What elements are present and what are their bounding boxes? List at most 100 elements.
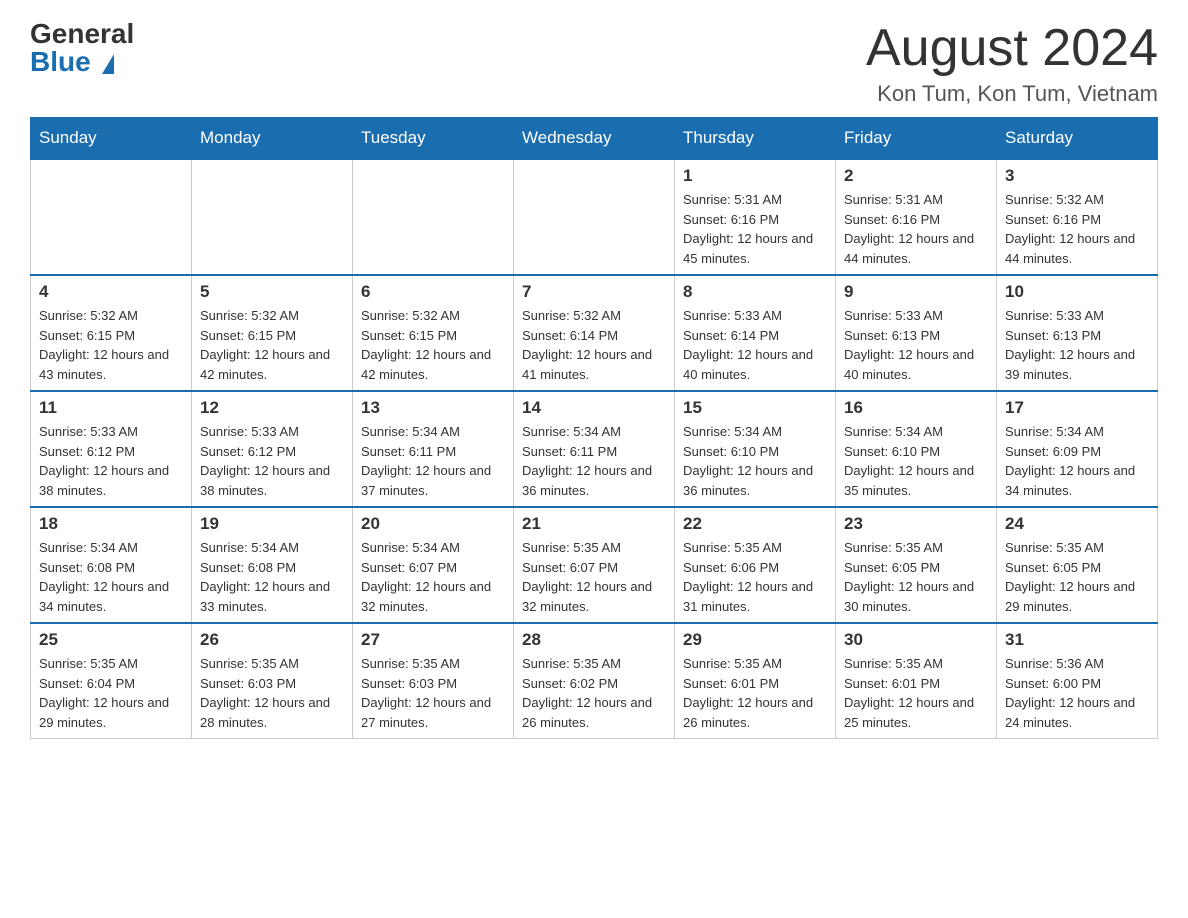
day-number: 22 — [683, 514, 827, 534]
day-info: Sunrise: 5:34 AM Sunset: 6:11 PM Dayligh… — [361, 422, 505, 500]
day-info: Sunrise: 5:34 AM Sunset: 6:10 PM Dayligh… — [844, 422, 988, 500]
day-info: Sunrise: 5:35 AM Sunset: 6:04 PM Dayligh… — [39, 654, 183, 732]
calendar-cell: 18Sunrise: 5:34 AM Sunset: 6:08 PM Dayli… — [31, 507, 192, 623]
day-info: Sunrise: 5:35 AM Sunset: 6:07 PM Dayligh… — [522, 538, 666, 616]
day-number: 16 — [844, 398, 988, 418]
calendar-cell: 22 Sunrise: 5:35 AM Sunset: 6:06 PM Dayli… — [675, 507, 836, 623]
calendar-cell: 11 Sunrise: 5:33 AM Sunset: 6:12 PM Dayli… — [31, 391, 192, 507]
day-number: 14 — [522, 398, 666, 418]
day-number: 20 — [361, 514, 505, 534]
day-number: 10 — [1005, 282, 1149, 302]
calendar-cell: 17 Sunrise: 5:34 AM Sunset: 6:09 PM Dayli… — [997, 391, 1158, 507]
day-number: 17 — [1005, 398, 1149, 418]
day-info: Sunrise: 5:34 AM Sunset: 6:08 PM Dayligh… — [39, 538, 183, 616]
day-info: Sunrise: 5:34 AM Sunset: 6:07 PM Dayligh… — [361, 538, 505, 616]
calendar-cell: 5 Sunrise: 5:32 AM Sunset: 6:15 PM Daylig… — [192, 275, 353, 391]
day-header-wednesday: Wednesday — [514, 118, 675, 160]
day-number: 25 — [39, 630, 183, 650]
day-number: 24 — [1005, 514, 1149, 534]
calendar-cell: 26 Sunrise: 5:35 AM Sunset: 6:03 PM Dayli… — [192, 623, 353, 739]
calendar-cell: 30 Sunrise: 5:35 AM Sunset: 6:01 PM Dayli… — [836, 623, 997, 739]
day-info: Sunrise: 5:35 AM Sunset: 6:06 PM Dayligh… — [683, 538, 827, 616]
day-number: 31 — [1005, 630, 1149, 650]
title-block: August 2024 Kon Tum, Kon Tum, Vietnam — [866, 20, 1158, 107]
day-info: Sunrise: 5:35 AM Sunset: 6:03 PM Dayligh… — [200, 654, 344, 732]
day-info: Sunrise: 5:32 AM Sunset: 6:15 PM Dayligh… — [39, 306, 183, 384]
day-number: 12 — [200, 398, 344, 418]
page-header: General Blue August 2024 Kon Tum, Kon Tu… — [30, 20, 1158, 107]
week-row-2: 4 Sunrise: 5:32 AM Sunset: 6:15 PM Daylig… — [31, 275, 1158, 391]
logo-blue: Blue — [30, 48, 134, 76]
logo-triangle-icon — [102, 54, 114, 74]
calendar-cell: 29 Sunrise: 5:35 AM Sunset: 6:01 PM Dayli… — [675, 623, 836, 739]
day-number: 5 — [200, 282, 344, 302]
calendar-cell: 19 Sunrise: 5:34 AM Sunset: 6:08 PM Dayli… — [192, 507, 353, 623]
day-number: 19 — [200, 514, 344, 534]
day-info: Sunrise: 5:35 AM Sunset: 6:05 PM Dayligh… — [1005, 538, 1149, 616]
calendar-cell: 31 Sunrise: 5:36 AM Sunset: 6:00 PM Dayli… — [997, 623, 1158, 739]
calendar-cell — [514, 159, 675, 275]
day-info: Sunrise: 5:35 AM Sunset: 6:05 PM Dayligh… — [844, 538, 988, 616]
calendar-cell: 20 Sunrise: 5:34 AM Sunset: 6:07 PM Dayli… — [353, 507, 514, 623]
day-number: 2 — [844, 166, 988, 186]
day-info: Sunrise: 5:35 AM Sunset: 6:02 PM Dayligh… — [522, 654, 666, 732]
day-info: Sunrise: 5:32 AM Sunset: 6:15 PM Dayligh… — [200, 306, 344, 384]
day-header-friday: Friday — [836, 118, 997, 160]
day-info: Sunrise: 5:34 AM Sunset: 6:10 PM Dayligh… — [683, 422, 827, 500]
day-number: 4 — [39, 282, 183, 302]
day-header-sunday: Sunday — [31, 118, 192, 160]
calendar-cell: 27 Sunrise: 5:35 AM Sunset: 6:03 PM Dayli… — [353, 623, 514, 739]
calendar-cell: 23Sunrise: 5:35 AM Sunset: 6:05 PM Dayli… — [836, 507, 997, 623]
calendar-cell: 7Sunrise: 5:32 AM Sunset: 6:14 PM Daylig… — [514, 275, 675, 391]
day-number: 21 — [522, 514, 666, 534]
calendar-cell: 28 Sunrise: 5:35 AM Sunset: 6:02 PM Dayli… — [514, 623, 675, 739]
calendar-cell: 3Sunrise: 5:32 AM Sunset: 6:16 PM Daylig… — [997, 159, 1158, 275]
day-number: 27 — [361, 630, 505, 650]
calendar-cell: 16 Sunrise: 5:34 AM Sunset: 6:10 PM Dayli… — [836, 391, 997, 507]
calendar-cell — [31, 159, 192, 275]
day-info: Sunrise: 5:32 AM Sunset: 6:16 PM Dayligh… — [1005, 190, 1149, 268]
day-info: Sunrise: 5:33 AM Sunset: 6:13 PM Dayligh… — [844, 306, 988, 384]
day-info: Sunrise: 5:33 AM Sunset: 6:12 PM Dayligh… — [39, 422, 183, 500]
day-info: Sunrise: 5:34 AM Sunset: 6:11 PM Dayligh… — [522, 422, 666, 500]
day-number: 1 — [683, 166, 827, 186]
day-info: Sunrise: 5:36 AM Sunset: 6:00 PM Dayligh… — [1005, 654, 1149, 732]
day-info: Sunrise: 5:33 AM Sunset: 6:12 PM Dayligh… — [200, 422, 344, 500]
day-number: 13 — [361, 398, 505, 418]
day-number: 30 — [844, 630, 988, 650]
day-number: 7 — [522, 282, 666, 302]
day-info: Sunrise: 5:35 AM Sunset: 6:01 PM Dayligh… — [683, 654, 827, 732]
day-info: Sunrise: 5:35 AM Sunset: 6:01 PM Dayligh… — [844, 654, 988, 732]
calendar-cell: 15Sunrise: 5:34 AM Sunset: 6:10 PM Dayli… — [675, 391, 836, 507]
calendar-cell — [192, 159, 353, 275]
day-number: 8 — [683, 282, 827, 302]
day-info: Sunrise: 5:31 AM Sunset: 6:16 PM Dayligh… — [844, 190, 988, 268]
day-info: Sunrise: 5:35 AM Sunset: 6:03 PM Dayligh… — [361, 654, 505, 732]
calendar-cell: 4 Sunrise: 5:32 AM Sunset: 6:15 PM Daylig… — [31, 275, 192, 391]
calendar-cell: 2 Sunrise: 5:31 AM Sunset: 6:16 PM Daylig… — [836, 159, 997, 275]
day-info: Sunrise: 5:33 AM Sunset: 6:13 PM Dayligh… — [1005, 306, 1149, 384]
day-number: 6 — [361, 282, 505, 302]
day-info: Sunrise: 5:34 AM Sunset: 6:08 PM Dayligh… — [200, 538, 344, 616]
day-number: 28 — [522, 630, 666, 650]
day-info: Sunrise: 5:31 AM Sunset: 6:16 PM Dayligh… — [683, 190, 827, 268]
day-header-thursday: Thursday — [675, 118, 836, 160]
day-number: 29 — [683, 630, 827, 650]
day-number: 11 — [39, 398, 183, 418]
week-row-3: 11 Sunrise: 5:33 AM Sunset: 6:12 PM Dayli… — [31, 391, 1158, 507]
day-number: 26 — [200, 630, 344, 650]
calendar-cell: 8Sunrise: 5:33 AM Sunset: 6:14 PM Daylig… — [675, 275, 836, 391]
day-header-tuesday: Tuesday — [353, 118, 514, 160]
calendar-cell: 25 Sunrise: 5:35 AM Sunset: 6:04 PM Dayli… — [31, 623, 192, 739]
calendar-cell: 9Sunrise: 5:33 AM Sunset: 6:13 PM Daylig… — [836, 275, 997, 391]
week-row-1: 1 Sunrise: 5:31 AM Sunset: 6:16 PM Daylig… — [31, 159, 1158, 275]
calendar-cell: 6 Sunrise: 5:32 AM Sunset: 6:15 PM Daylig… — [353, 275, 514, 391]
calendar-cell: 24 Sunrise: 5:35 AM Sunset: 6:05 PM Dayli… — [997, 507, 1158, 623]
calendar-cell: 21 Sunrise: 5:35 AM Sunset: 6:07 PM Dayli… — [514, 507, 675, 623]
day-info: Sunrise: 5:34 AM Sunset: 6:09 PM Dayligh… — [1005, 422, 1149, 500]
day-info: Sunrise: 5:32 AM Sunset: 6:15 PM Dayligh… — [361, 306, 505, 384]
calendar-cell — [353, 159, 514, 275]
calendar-cell: 1 Sunrise: 5:31 AM Sunset: 6:16 PM Daylig… — [675, 159, 836, 275]
logo: General Blue — [30, 20, 134, 76]
month-title: August 2024 — [866, 20, 1158, 77]
